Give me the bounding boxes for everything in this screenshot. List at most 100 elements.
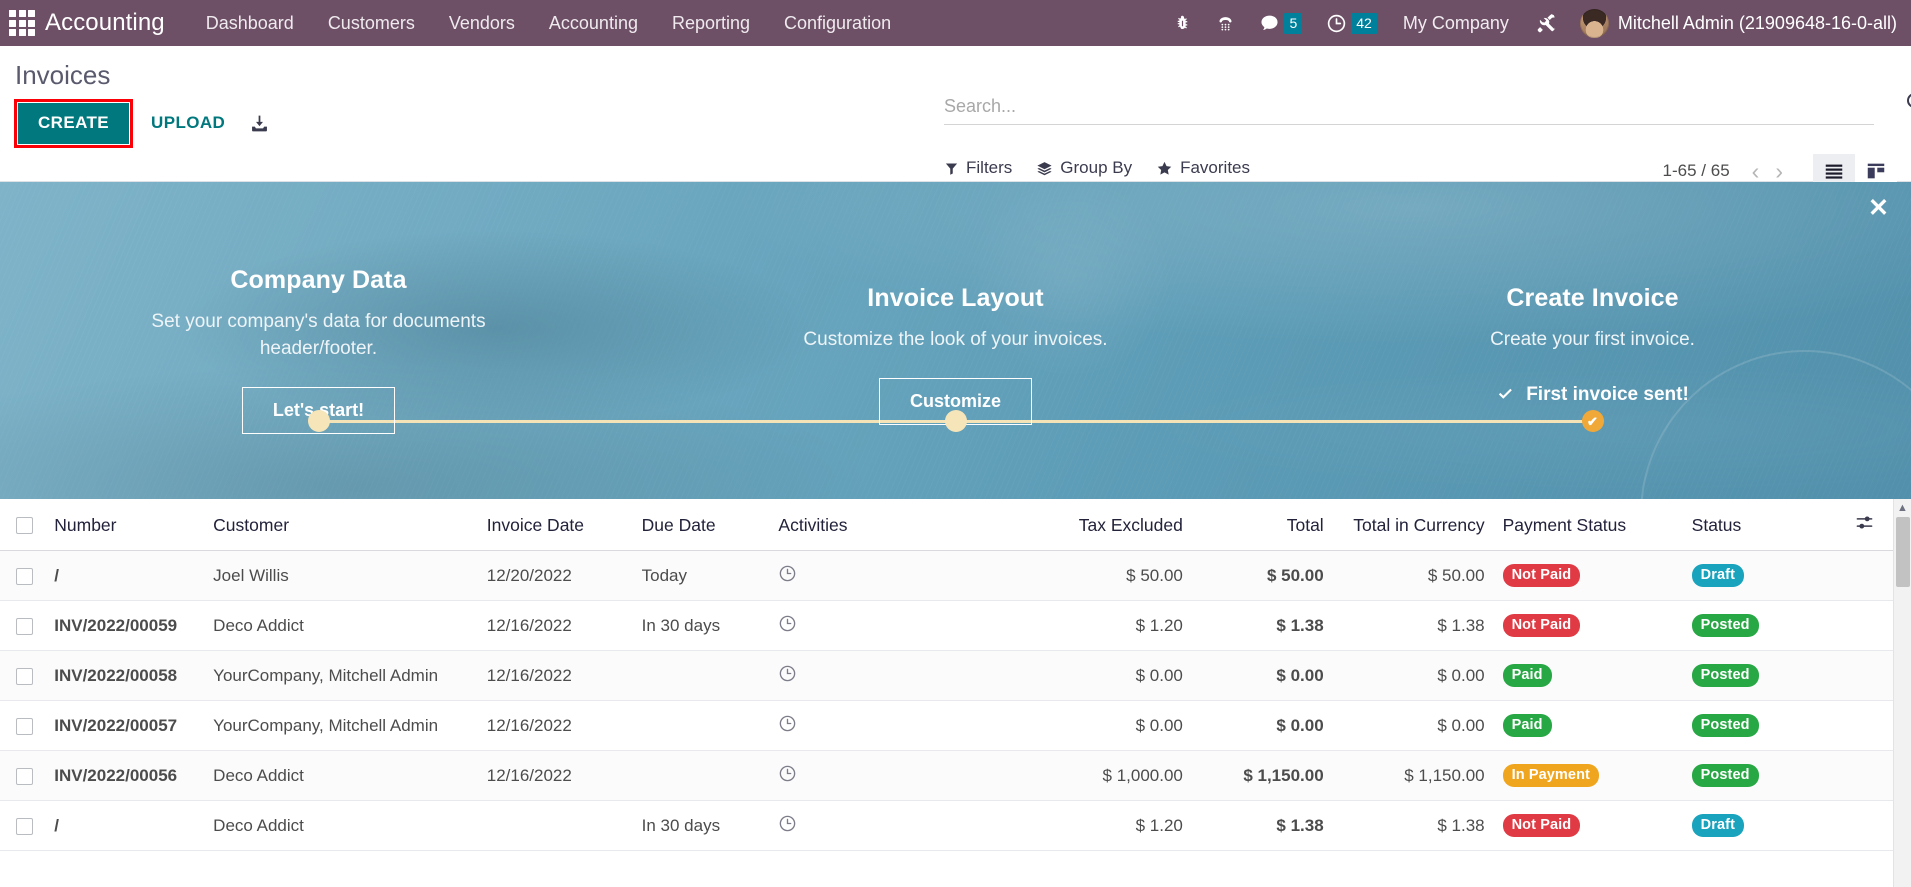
menu-configuration[interactable]: Configuration	[767, 0, 908, 46]
onboarding-step-create-invoice: Create Invoice Create your first invoice…	[1274, 182, 1911, 499]
step-dot-invoice-layout[interactable]	[945, 410, 967, 432]
bug-icon[interactable]	[1161, 0, 1204, 46]
column-header-customer[interactable]: Customer	[203, 499, 477, 551]
step-desc-create-invoice: Create your first invoice.	[1383, 327, 1803, 354]
row-checkbox[interactable]	[16, 618, 33, 635]
payment-status-badge: Not Paid	[1503, 614, 1581, 638]
cell-number: INV/2022/00057	[44, 701, 203, 751]
cell-spacer	[1837, 701, 1893, 751]
column-options-icon[interactable]	[1837, 499, 1893, 551]
menu-vendors[interactable]: Vendors	[432, 0, 532, 46]
download-inbox-icon[interactable]	[239, 107, 280, 140]
table-row[interactable]: / Joel Willis 12/20/2022 Today $ 50.00 $…	[0, 551, 1893, 601]
clock-icon[interactable]	[778, 664, 797, 683]
table-row[interactable]: INV/2022/00056 Deco Addict 12/16/2022 $ …	[0, 751, 1893, 801]
company-switcher[interactable]: My Company	[1389, 13, 1523, 34]
cell-spacer	[1837, 551, 1893, 601]
cell-invoice-date: 12/16/2022	[477, 651, 632, 701]
filters-label: Filters	[966, 158, 1012, 178]
step-dot-create-invoice[interactable]	[1582, 410, 1604, 432]
row-checkbox[interactable]	[16, 568, 33, 585]
activities-clock-icon[interactable]: 42	[1314, 0, 1389, 46]
menu-accounting[interactable]: Accounting	[532, 0, 655, 46]
page-title: Invoices	[14, 46, 1897, 93]
menu-dashboard[interactable]: Dashboard	[189, 0, 311, 46]
apps-menu-icon[interactable]	[9, 10, 35, 36]
group-by-button[interactable]: Group By	[1036, 158, 1132, 178]
search-input[interactable]	[944, 96, 1874, 117]
step-dot-company-data[interactable]	[308, 410, 330, 432]
onboarding-step-invoice-layout: Invoice Layout Customize the look of you…	[637, 182, 1274, 499]
select-all-checkbox[interactable]	[16, 517, 33, 534]
cell-customer: YourCompany, Mitchell Admin	[203, 651, 477, 701]
cell-total-in-currency: $ 1,150.00	[1334, 751, 1495, 801]
column-header-tax-excluded[interactable]: Tax Excluded	[1010, 499, 1193, 551]
app-brand-accounting[interactable]: Accounting	[45, 9, 189, 37]
cell-tax-excluded: $ 1,000.00	[1010, 751, 1193, 801]
table-row[interactable]: INV/2022/00058 YourCompany, Mitchell Adm…	[0, 651, 1893, 701]
menu-reporting[interactable]: Reporting	[655, 0, 767, 46]
group-by-label: Group By	[1060, 158, 1132, 178]
messages-icon[interactable]: 5	[1247, 0, 1314, 46]
column-header-total-in-currency[interactable]: Total in Currency	[1334, 499, 1495, 551]
search-options: Filters Group By Favorites	[944, 158, 1250, 178]
clock-icon[interactable]	[778, 564, 797, 583]
pager-previous-icon[interactable]: ‹	[1744, 160, 1768, 183]
cell-invoice-date: 12/16/2022	[477, 701, 632, 751]
filters-button[interactable]: Filters	[944, 158, 1012, 178]
search-icon[interactable]	[1904, 90, 1911, 119]
cell-tax-excluded: $ 0.00	[1010, 651, 1193, 701]
cell-due-date: In 30 days	[632, 601, 769, 651]
clock-icon[interactable]	[778, 614, 797, 633]
cell-activities	[768, 801, 1009, 851]
row-select-cell	[0, 651, 44, 701]
create-button[interactable]: CREATE	[18, 103, 129, 144]
status-badge: Posted	[1692, 714, 1759, 738]
table-row[interactable]: INV/2022/00057 YourCompany, Mitchell Adm…	[0, 701, 1893, 751]
tools-icon[interactable]	[1523, 0, 1570, 46]
check-icon	[1496, 385, 1515, 404]
column-header-total[interactable]: Total	[1193, 499, 1334, 551]
cell-due-date: In 30 days	[632, 801, 769, 851]
vertical-scrollbar[interactable]: ▲	[1893, 499, 1911, 887]
cell-total-in-currency: $ 0.00	[1334, 651, 1495, 701]
column-header-number[interactable]: Number	[44, 499, 203, 551]
cell-activities	[768, 651, 1009, 701]
column-header-due-date[interactable]: Due Date	[632, 499, 769, 551]
table-row[interactable]: / Deco Addict In 30 days $ 1.20 $ 1.38 $…	[0, 801, 1893, 851]
clock-icon[interactable]	[778, 764, 797, 783]
step-desc-company-data: Set your company's data for documents he…	[109, 309, 529, 363]
table-row[interactable]: INV/2022/00059 Deco Addict 12/16/2022 In…	[0, 601, 1893, 651]
scrollbar-thumb[interactable]	[1896, 517, 1910, 587]
dialpad-icon[interactable]	[1204, 0, 1247, 46]
column-header-activities[interactable]: Activities	[768, 499, 1009, 551]
clock-icon[interactable]	[778, 714, 797, 733]
clock-icon[interactable]	[778, 814, 797, 833]
cell-invoice-date	[477, 801, 632, 851]
row-select-cell	[0, 701, 44, 751]
cell-invoice-date: 12/16/2022	[477, 601, 632, 651]
row-checkbox[interactable]	[16, 718, 33, 735]
step-title-create-invoice: Create Invoice	[1274, 284, 1911, 313]
pager-counter: 1-65 / 65	[1663, 161, 1744, 181]
cell-total-in-currency: $ 1.38	[1334, 801, 1495, 851]
cell-customer: Joel Willis	[203, 551, 477, 601]
cell-total: $ 50.00	[1193, 551, 1334, 601]
scroll-up-icon[interactable]: ▲	[1894, 499, 1911, 516]
filter-icon	[944, 161, 959, 176]
upload-button[interactable]: UPLOAD	[133, 103, 239, 144]
cell-spacer	[1837, 751, 1893, 801]
row-checkbox[interactable]	[16, 768, 33, 785]
cell-invoice-date: 12/16/2022	[477, 751, 632, 801]
row-checkbox[interactable]	[16, 818, 33, 835]
column-header-payment-status[interactable]: Payment Status	[1495, 499, 1676, 551]
user-menu[interactable]: Mitchell Admin (21909648-16-0-all)	[1570, 9, 1911, 38]
close-icon[interactable]: ✕	[1868, 196, 1889, 221]
column-header-invoice-date[interactable]: Invoice Date	[477, 499, 632, 551]
column-header-status[interactable]: Status	[1676, 499, 1837, 551]
favorites-button[interactable]: Favorites	[1156, 158, 1250, 178]
pager-next-icon[interactable]: ›	[1767, 160, 1791, 183]
row-checkbox[interactable]	[16, 668, 33, 685]
cell-total-in-currency: $ 0.00	[1334, 701, 1495, 751]
menu-customers[interactable]: Customers	[311, 0, 432, 46]
